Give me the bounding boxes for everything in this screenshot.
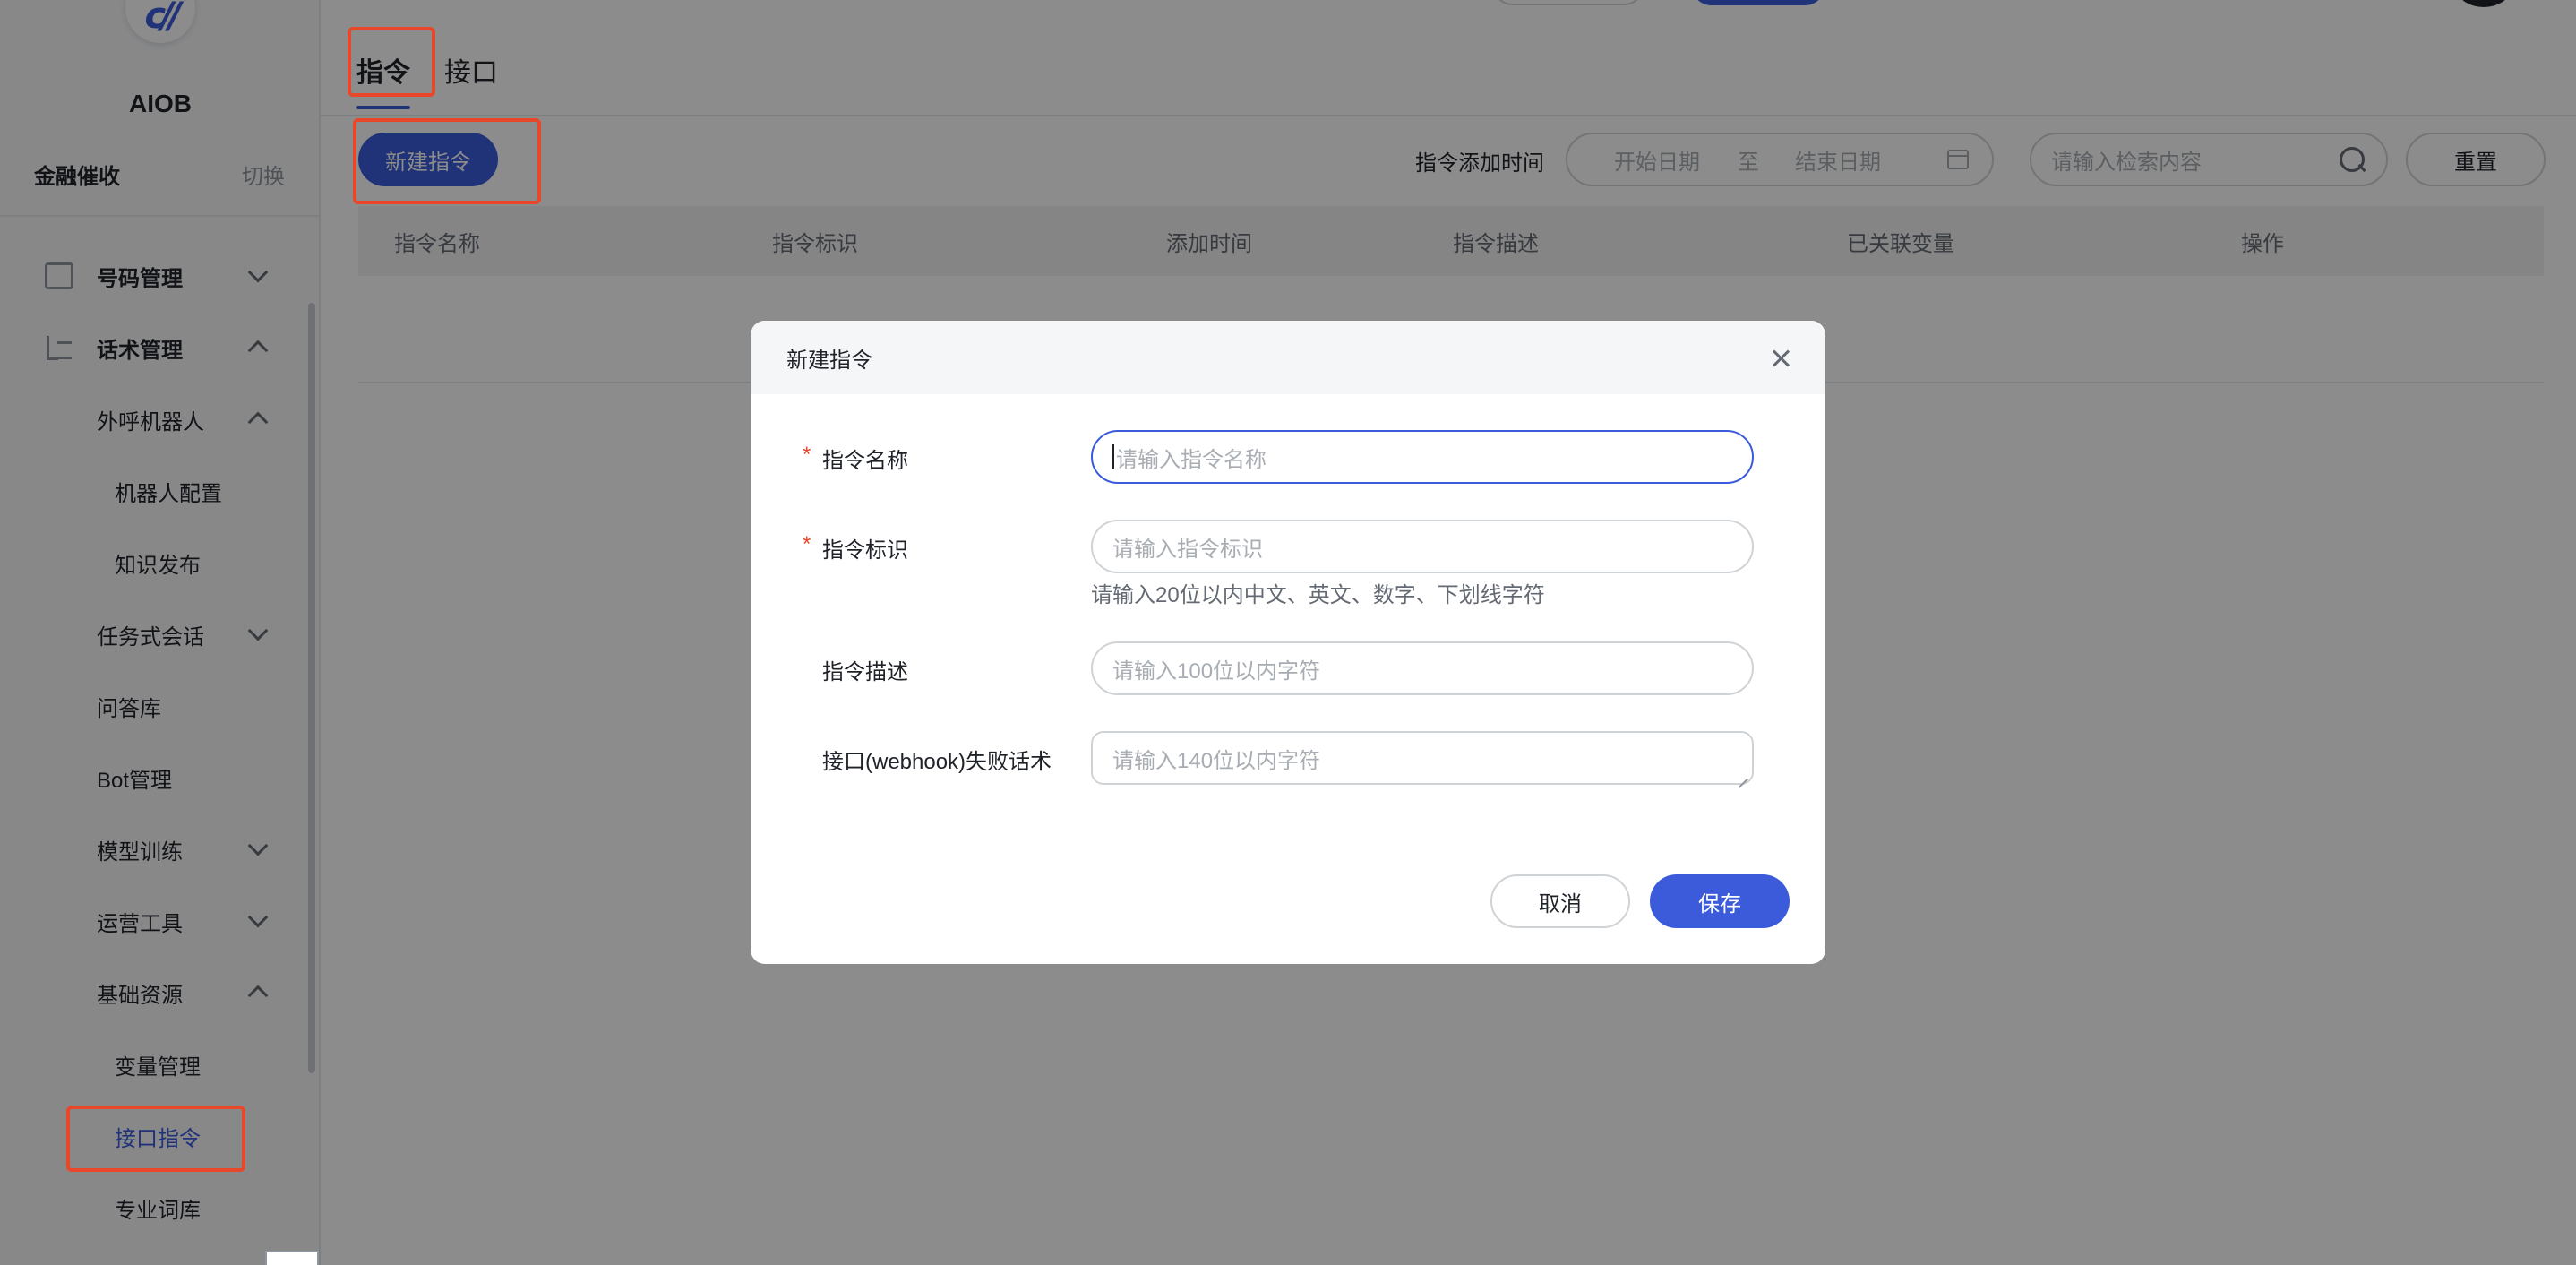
field-hint: 请输入20位以内中文、英文、数字、下划线字符 (1091, 583, 1545, 607)
webhook-failure-textarea[interactable]: 请输入140位以内字符 (1091, 731, 1754, 785)
save-button[interactable]: 保存 (1650, 874, 1790, 928)
field-label: 指令名称 (822, 449, 908, 473)
highlight-box-new-button (353, 118, 541, 204)
command-name-input[interactable]: 请输入指令名称 (1091, 430, 1754, 484)
input-placeholder: 请输入指令标识 (1112, 537, 1263, 562)
input-placeholder: 请输入100位以内字符 (1112, 658, 1321, 684)
field-label: 指令标识 (822, 538, 908, 563)
field-label: 接口(webhook)失败话术 (822, 750, 1052, 774)
new-command-dialog: 新建指令 * 指令名称 请输入指令名称 * 指令标识 请输入指令标识 请输入20… (751, 321, 1825, 964)
dialog-title: 新建指令 (786, 348, 872, 373)
description-input[interactable]: 请输入100位以内字符 (1091, 641, 1754, 695)
text-caret (1112, 444, 1114, 469)
input-placeholder: 请输入140位以内字符 (1112, 748, 1321, 773)
highlight-box-tab (348, 27, 435, 97)
required-mark: * (803, 532, 811, 556)
required-mark: * (803, 443, 811, 467)
close-icon[interactable] (1772, 349, 1790, 367)
collapse-handle[interactable] (265, 1251, 319, 1265)
cancel-button[interactable]: 取消 (1490, 874, 1630, 928)
dialog-header: 新建指令 (751, 321, 1825, 394)
resize-handle-icon[interactable] (1738, 769, 1748, 779)
field-label: 指令描述 (822, 660, 908, 684)
input-placeholder: 请输入指令名称 (1116, 447, 1267, 472)
command-id-input[interactable]: 请输入指令标识 (1091, 520, 1754, 573)
highlight-box-sidebar-item (66, 1106, 245, 1172)
